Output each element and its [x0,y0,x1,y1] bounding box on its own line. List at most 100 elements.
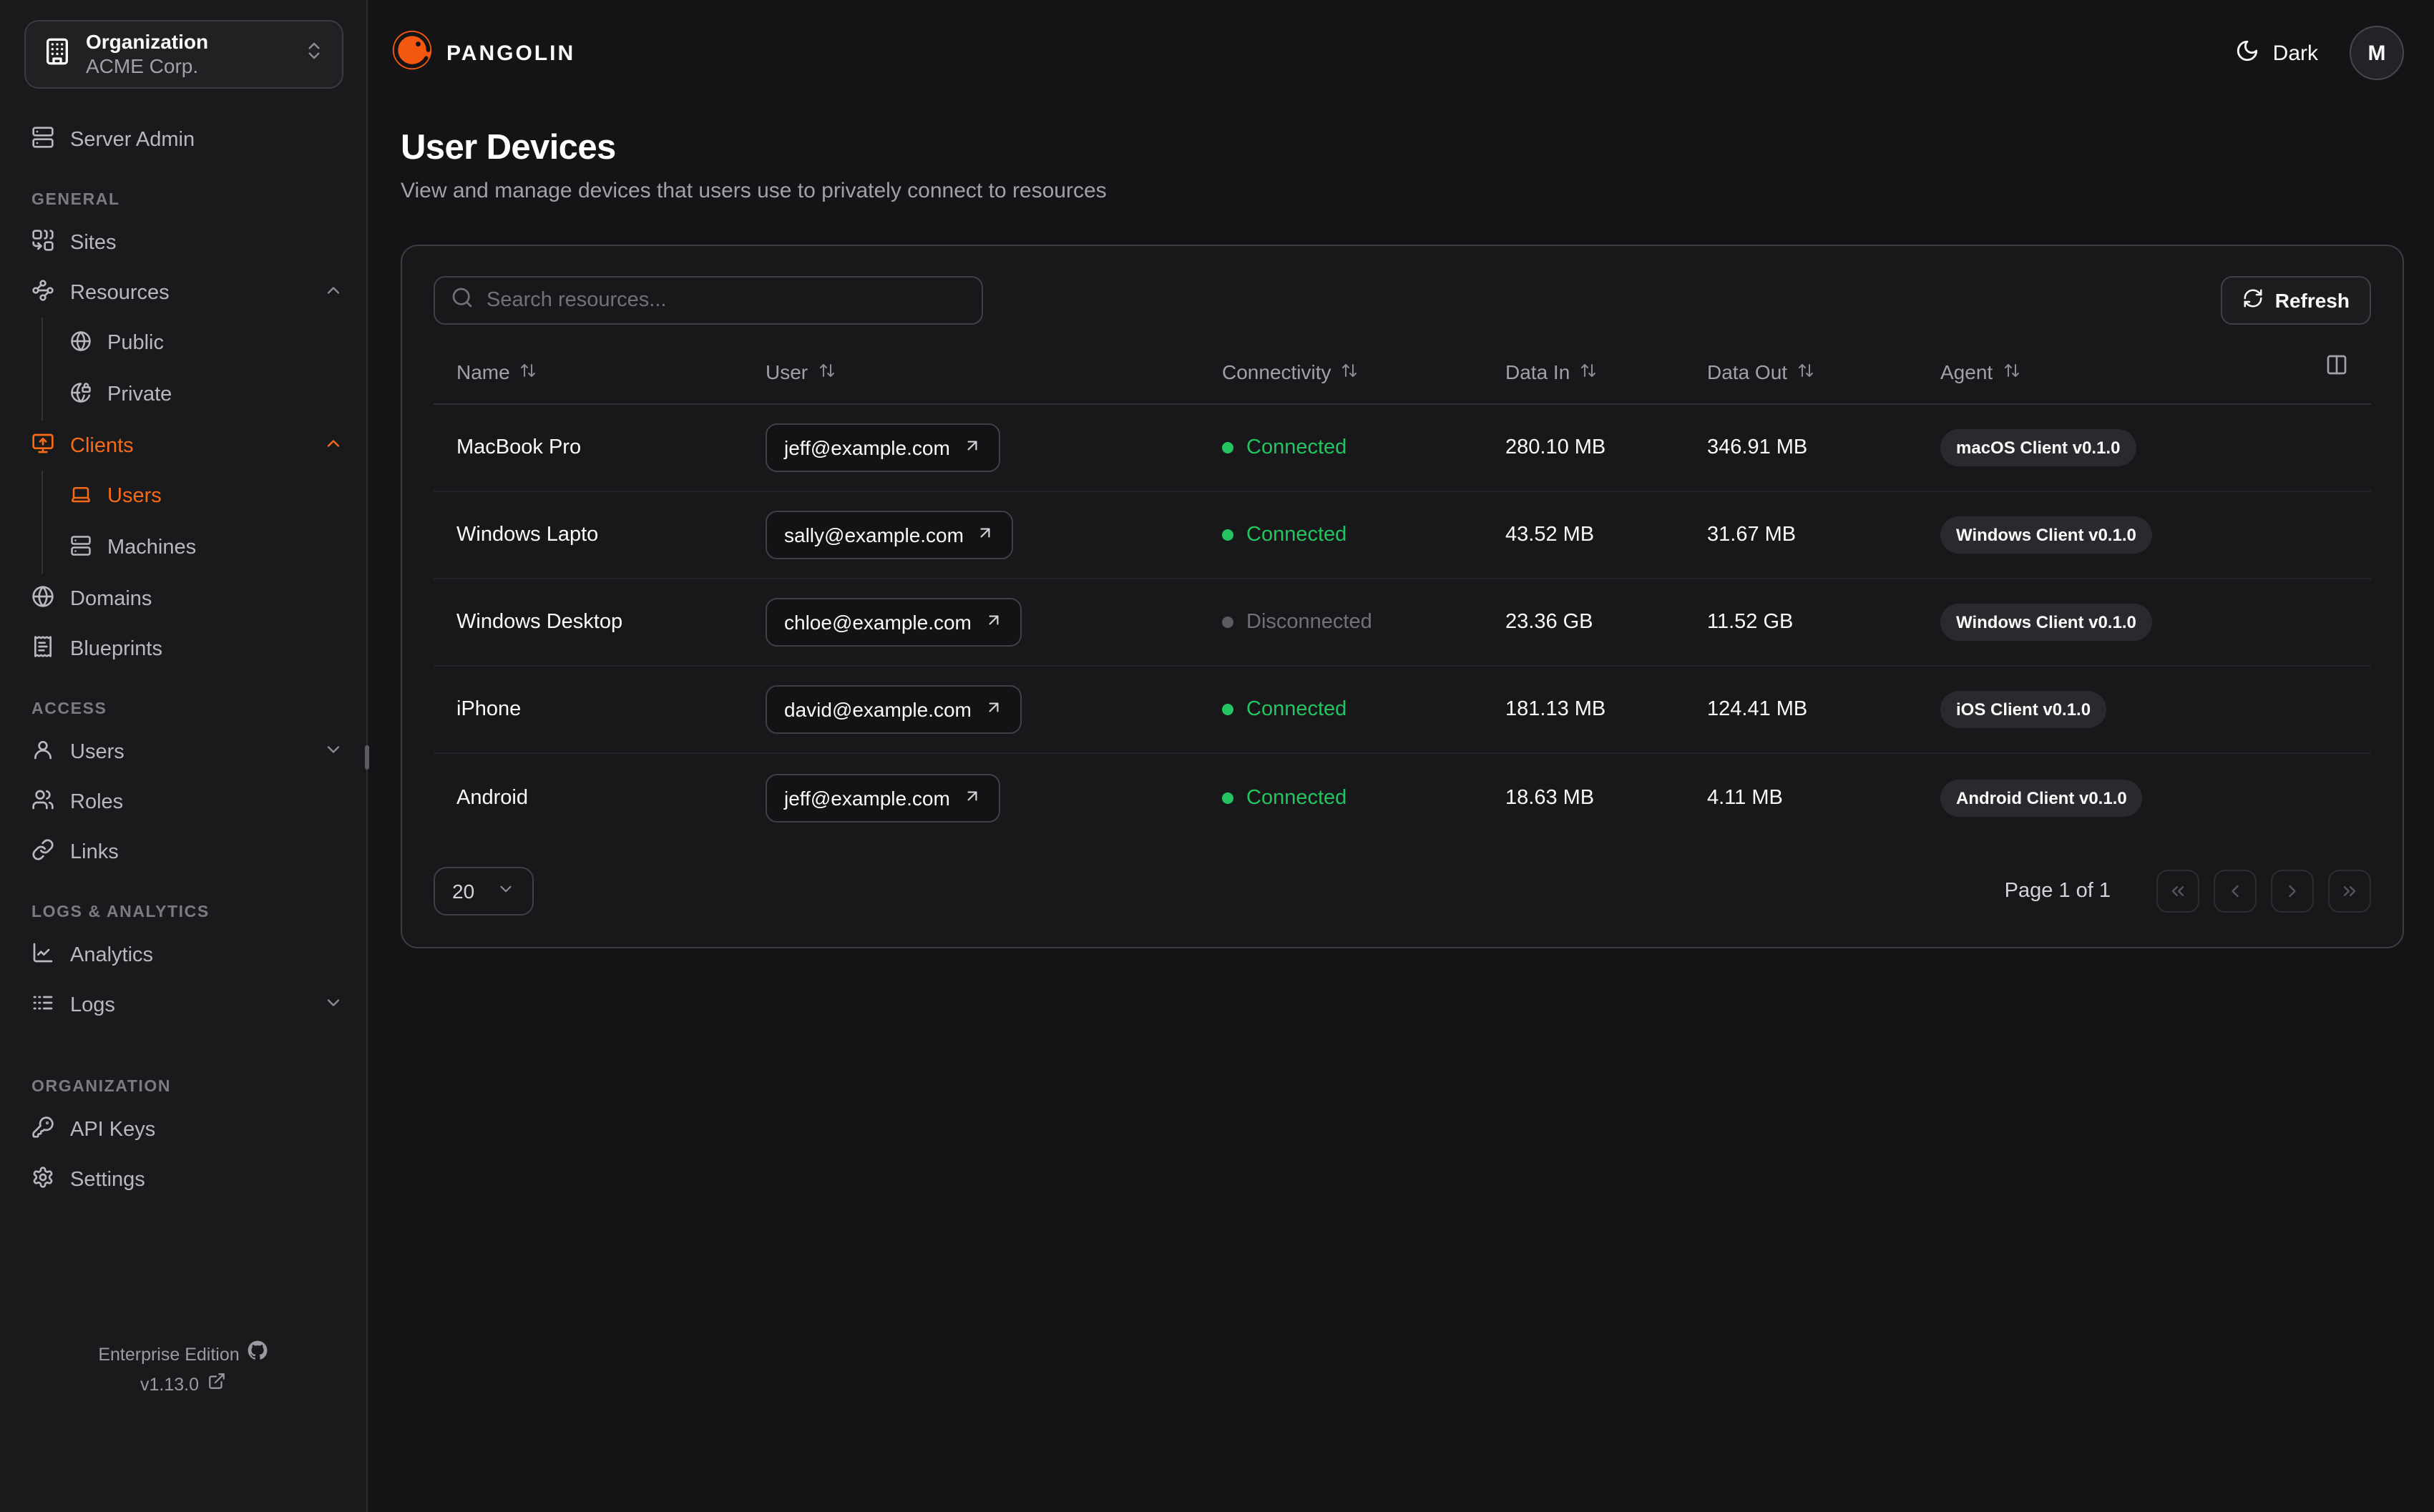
column-label: User [766,360,808,383]
chart-line-icon [31,941,54,969]
globe-lock-icon [70,381,92,408]
sidebar-item-users[interactable]: Users [24,727,343,777]
sidebar-item-label: Domains [70,587,152,610]
table-row[interactable]: Android jeff@example.com Connected 18.63… [434,754,2371,841]
user-email: jeff@example.com [784,436,950,459]
user-link-button[interactable]: jeff@example.com [766,773,1000,822]
status-dot-icon [1222,442,1233,453]
last-page-button[interactable] [2328,870,2371,913]
sidebar-item-logs[interactable]: Logs [24,980,343,1030]
sidebar-item-label: Logs [70,993,115,1016]
sidebar-item-label: Private [107,383,172,406]
page-size-select[interactable]: 20 [434,867,534,915]
chevron-down-icon [323,739,343,765]
sidebar-item-api-keys[interactable]: API Keys [24,1104,343,1154]
data-out-value: 31.67 MB [1707,524,1797,546]
status-label: Connected [1246,436,1347,459]
column-header-data-out[interactable]: Data Out [1684,360,1917,383]
column-header-name[interactable]: Name [434,360,743,383]
sidebar-item-resources[interactable]: Resources [24,267,343,318]
column-header-user[interactable]: User [743,360,1199,383]
sidebar-item-label: Roles [70,790,124,813]
column-header-agent[interactable]: Agent [1917,360,2371,383]
columns-toggle-icon[interactable] [2325,353,2348,381]
table-row[interactable]: iPhone david@example.com Connected 181.1… [434,667,2371,754]
clients-subgroup: Users Machines [41,471,343,574]
device-name: Windows Desktop [456,611,623,634]
building-icon [43,36,72,72]
user-link-button[interactable]: jeff@example.com [766,423,1000,472]
table-row[interactable]: Windows Desktop chloe@example.com Discon… [434,579,2371,667]
user-link-button[interactable]: sally@example.com [766,511,1014,559]
sidebar-item-public[interactable]: Public [63,318,343,369]
column-label: Connectivity [1222,360,1331,383]
waypoints-icon [31,278,54,307]
avatar-initial: M [2367,41,2386,65]
server-icon [70,534,92,561]
sidebar-item-roles[interactable]: Roles [24,777,343,827]
chevron-down-icon [497,880,515,903]
sidebar-item-clients-users[interactable]: Users [63,471,343,522]
external-link-icon[interactable] [207,1370,226,1401]
sidebar-item-clients[interactable]: Clients [24,421,343,471]
card-toolbar: Refresh [434,276,2371,325]
user-icon [31,737,54,766]
section-label-organization: ORGANIZATION [31,1079,172,1096]
column-header-connectivity[interactable]: Connectivity [1199,360,1482,383]
page-size-value: 20 [452,880,475,903]
user-link-button[interactable]: chloe@example.com [766,598,1022,647]
sidebar-item-label: Machines [107,536,197,559]
sidebar-item-label: Settings [70,1168,145,1191]
table-row[interactable]: MacBook Pro jeff@example.com Connected 2… [434,405,2371,492]
sidebar-item-label: Users [70,740,124,763]
column-header-data-in[interactable]: Data In [1482,360,1684,383]
app: Organization ACME Corp. Server Admin GEN… [0,0,2434,1512]
sidebar-item-private[interactable]: Private [63,369,343,421]
next-page-button[interactable] [2271,870,2314,913]
section-label-logs-analytics: LOGS & ANALYTICS [31,904,210,921]
sidebar-item-analytics[interactable]: Analytics [24,930,343,980]
prev-page-button[interactable] [2214,870,2257,913]
refresh-button[interactable]: Refresh [2220,276,2371,325]
sidebar-item-settings[interactable]: Settings [24,1154,343,1204]
table-row[interactable]: Windows Lapto sally@example.com Connecte… [434,492,2371,579]
data-out-value: 124.41 MB [1707,698,1808,721]
first-page-button[interactable] [2156,870,2199,913]
users-icon [31,787,54,816]
data-out-value: 4.11 MB [1707,786,1783,809]
pangolin-logo-icon [391,28,434,78]
search-input[interactable] [487,289,966,312]
chevron-up-icon [323,433,343,458]
user-email: jeff@example.com [784,786,950,809]
page-title: User Devices [401,129,616,167]
theme-toggle[interactable]: Dark [2236,38,2318,68]
page-info: Page 1 of 1 [2004,880,2111,903]
sort-icon [1797,360,1814,383]
table-header: Name User Connectivity Data In Data Out [434,339,2371,405]
agent-badge: macOS Client v0.1.0 [1940,429,2136,466]
sidebar-item-links[interactable]: Links [24,827,343,877]
github-icon[interactable] [248,1340,268,1370]
sidebar-item-server-admin[interactable]: Server Admin [24,114,343,165]
sort-icon [520,360,537,383]
sidebar-nav: Server Admin GENERAL Sites Resources Pub… [24,114,343,1204]
sidebar-item-blueprints[interactable]: Blueprints [24,624,343,674]
search-icon [451,285,474,315]
key-icon [31,1115,54,1144]
receipt-icon [31,634,54,663]
data-in-value: 280.10 MB [1505,436,1606,459]
sidebar-item-label: API Keys [70,1118,156,1141]
arrow-up-right-icon [977,524,995,546]
connectivity-status: Connected [1222,786,1346,809]
sidebar-item-machines[interactable]: Machines [63,522,343,574]
sort-icon [2003,360,2020,383]
user-link-button[interactable]: david@example.com [766,685,1022,734]
sidebar-item-domains[interactable]: Domains [24,574,343,624]
connectivity-status: Connected [1222,698,1346,721]
org-selector[interactable]: Organization ACME Corp. [24,20,343,89]
brand[interactable]: PANGOLIN [391,28,575,78]
avatar[interactable]: M [2350,26,2404,80]
brand-name: PANGOLIN [446,41,576,65]
sidebar-item-sites[interactable]: Sites [24,217,343,267]
status-label: Connected [1246,698,1347,721]
